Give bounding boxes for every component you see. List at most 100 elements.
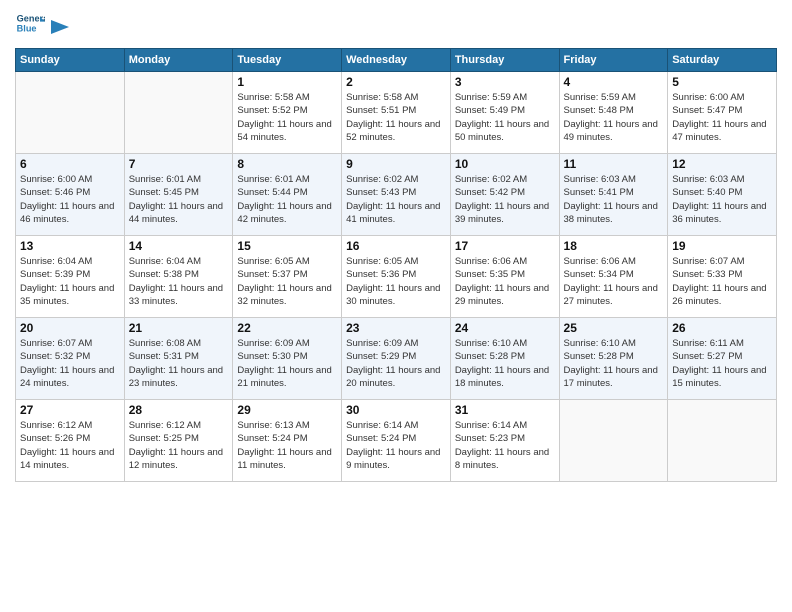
calendar-cell: 24 Sunrise: 6:10 AM Sunset: 5:28 PM Dayli… (450, 318, 559, 400)
day-number: 15 (237, 239, 337, 253)
calendar-cell: 25 Sunrise: 6:10 AM Sunset: 5:28 PM Dayli… (559, 318, 668, 400)
day-number: 7 (129, 157, 229, 171)
day-number: 20 (20, 321, 120, 335)
calendar-cell: 6 Sunrise: 6:00 AM Sunset: 5:46 PM Daylig… (16, 154, 125, 236)
day-info: Sunrise: 6:06 AM Sunset: 5:35 PM Dayligh… (455, 255, 555, 308)
calendar-cell (559, 400, 668, 482)
weekday-header-saturday: Saturday (668, 49, 777, 72)
day-number: 9 (346, 157, 446, 171)
calendar-week-row: 1Sunrise: 5:58 AM Sunset: 5:52 PM Daylig… (16, 72, 777, 154)
calendar-week-row: 20 Sunrise: 6:07 AM Sunset: 5:32 PM Dayli… (16, 318, 777, 400)
calendar-cell: 20 Sunrise: 6:07 AM Sunset: 5:32 PM Dayli… (16, 318, 125, 400)
calendar-cell: 21Sunrise: 6:08 AM Sunset: 5:31 PM Dayli… (124, 318, 233, 400)
weekday-header-row: SundayMondayTuesdayWednesdayThursdayFrid… (16, 49, 777, 72)
day-number: 4 (564, 75, 664, 89)
day-number: 22 (237, 321, 337, 335)
calendar-cell: 12 Sunrise: 6:03 AM Sunset: 5:40 PM Dayli… (668, 154, 777, 236)
day-info: Sunrise: 6:07 AM Sunset: 5:32 PM Dayligh… (20, 337, 120, 390)
day-info: Sunrise: 6:01 AM Sunset: 5:44 PM Dayligh… (237, 173, 337, 226)
calendar-cell: 3 Sunrise: 5:59 AM Sunset: 5:49 PM Daylig… (450, 72, 559, 154)
calendar-week-row: 27Sunrise: 6:12 AM Sunset: 5:26 PM Dayli… (16, 400, 777, 482)
calendar-cell: 10 Sunrise: 6:02 AM Sunset: 5:42 PM Dayli… (450, 154, 559, 236)
weekday-header-wednesday: Wednesday (342, 49, 451, 72)
day-info: Sunrise: 6:03 AM Sunset: 5:40 PM Dayligh… (672, 173, 772, 226)
calendar-cell: 13 Sunrise: 6:04 AM Sunset: 5:39 PM Dayli… (16, 236, 125, 318)
day-info: Sunrise: 5:58 AM Sunset: 5:51 PM Dayligh… (346, 91, 446, 144)
day-number: 3 (455, 75, 555, 89)
day-info: Sunrise: 6:01 AM Sunset: 5:45 PM Dayligh… (129, 173, 229, 226)
day-info: Sunrise: 6:13 AM Sunset: 5:24 PM Dayligh… (237, 419, 337, 472)
weekday-header-monday: Monday (124, 49, 233, 72)
day-info: Sunrise: 6:03 AM Sunset: 5:41 PM Dayligh… (564, 173, 664, 226)
calendar-cell (124, 72, 233, 154)
day-info: Sunrise: 6:10 AM Sunset: 5:28 PM Dayligh… (455, 337, 555, 390)
day-number: 26 (672, 321, 772, 335)
calendar-table: SundayMondayTuesdayWednesdayThursdayFrid… (15, 48, 777, 482)
calendar-cell: 23Sunrise: 6:09 AM Sunset: 5:29 PM Dayli… (342, 318, 451, 400)
calendar-cell: 22 Sunrise: 6:09 AM Sunset: 5:30 PM Dayli… (233, 318, 342, 400)
calendar-cell: 29 Sunrise: 6:13 AM Sunset: 5:24 PM Dayli… (233, 400, 342, 482)
calendar-cell: 18Sunrise: 6:06 AM Sunset: 5:34 PM Dayli… (559, 236, 668, 318)
day-info: Sunrise: 6:02 AM Sunset: 5:42 PM Dayligh… (455, 173, 555, 226)
day-info: Sunrise: 5:59 AM Sunset: 5:49 PM Dayligh… (455, 91, 555, 144)
day-number: 12 (672, 157, 772, 171)
day-info: Sunrise: 6:10 AM Sunset: 5:28 PM Dayligh… (564, 337, 664, 390)
day-number: 2 (346, 75, 446, 89)
calendar-cell (668, 400, 777, 482)
day-info: Sunrise: 6:05 AM Sunset: 5:37 PM Dayligh… (237, 255, 337, 308)
day-number: 19 (672, 239, 772, 253)
day-number: 29 (237, 403, 337, 417)
weekday-header-tuesday: Tuesday (233, 49, 342, 72)
day-number: 14 (129, 239, 229, 253)
logo: General Blue (15, 10, 69, 40)
calendar-cell: 31Sunrise: 6:14 AM Sunset: 5:23 PM Dayli… (450, 400, 559, 482)
day-info: Sunrise: 6:06 AM Sunset: 5:34 PM Dayligh… (564, 255, 664, 308)
weekday-header-friday: Friday (559, 49, 668, 72)
calendar-cell: 16 Sunrise: 6:05 AM Sunset: 5:36 PM Dayli… (342, 236, 451, 318)
calendar-week-row: 6 Sunrise: 6:00 AM Sunset: 5:46 PM Daylig… (16, 154, 777, 236)
day-info: Sunrise: 6:02 AM Sunset: 5:43 PM Dayligh… (346, 173, 446, 226)
calendar-cell: 15 Sunrise: 6:05 AM Sunset: 5:37 PM Dayli… (233, 236, 342, 318)
logo-icon: General Blue (15, 10, 45, 40)
calendar-cell: 11Sunrise: 6:03 AM Sunset: 5:41 PM Dayli… (559, 154, 668, 236)
calendar-week-row: 13 Sunrise: 6:04 AM Sunset: 5:39 PM Dayli… (16, 236, 777, 318)
day-info: Sunrise: 6:12 AM Sunset: 5:26 PM Dayligh… (20, 419, 120, 472)
calendar-cell: 30Sunrise: 6:14 AM Sunset: 5:24 PM Dayli… (342, 400, 451, 482)
day-number: 24 (455, 321, 555, 335)
day-info: Sunrise: 6:04 AM Sunset: 5:38 PM Dayligh… (129, 255, 229, 308)
day-info: Sunrise: 6:04 AM Sunset: 5:39 PM Dayligh… (20, 255, 120, 308)
day-info: Sunrise: 6:05 AM Sunset: 5:36 PM Dayligh… (346, 255, 446, 308)
day-info: Sunrise: 6:09 AM Sunset: 5:30 PM Dayligh… (237, 337, 337, 390)
calendar-cell: 28Sunrise: 6:12 AM Sunset: 5:25 PM Dayli… (124, 400, 233, 482)
day-number: 10 (455, 157, 555, 171)
day-info: Sunrise: 6:00 AM Sunset: 5:46 PM Dayligh… (20, 173, 120, 226)
calendar-cell: 14 Sunrise: 6:04 AM Sunset: 5:38 PM Dayli… (124, 236, 233, 318)
calendar-cell: 1Sunrise: 5:58 AM Sunset: 5:52 PM Daylig… (233, 72, 342, 154)
day-info: Sunrise: 6:00 AM Sunset: 5:47 PM Dayligh… (672, 91, 772, 144)
day-info: Sunrise: 6:07 AM Sunset: 5:33 PM Dayligh… (672, 255, 772, 308)
calendar-cell: 4 Sunrise: 5:59 AM Sunset: 5:48 PM Daylig… (559, 72, 668, 154)
calendar-cell: 2 Sunrise: 5:58 AM Sunset: 5:51 PM Daylig… (342, 72, 451, 154)
calendar-cell: 5Sunrise: 6:00 AM Sunset: 5:47 PM Daylig… (668, 72, 777, 154)
calendar-cell: 19 Sunrise: 6:07 AM Sunset: 5:33 PM Dayli… (668, 236, 777, 318)
day-info: Sunrise: 6:14 AM Sunset: 5:23 PM Dayligh… (455, 419, 555, 472)
day-number: 16 (346, 239, 446, 253)
day-number: 8 (237, 157, 337, 171)
day-number: 25 (564, 321, 664, 335)
header: General Blue (15, 10, 777, 40)
weekday-header-thursday: Thursday (450, 49, 559, 72)
calendar-cell: 9 Sunrise: 6:02 AM Sunset: 5:43 PM Daylig… (342, 154, 451, 236)
weekday-header-sunday: Sunday (16, 49, 125, 72)
calendar-cell: 26Sunrise: 6:11 AM Sunset: 5:27 PM Dayli… (668, 318, 777, 400)
day-number: 6 (20, 157, 120, 171)
calendar-cell (16, 72, 125, 154)
day-info: Sunrise: 6:12 AM Sunset: 5:25 PM Dayligh… (129, 419, 229, 472)
day-info: Sunrise: 5:59 AM Sunset: 5:48 PM Dayligh… (564, 91, 664, 144)
day-number: 30 (346, 403, 446, 417)
day-number: 1 (237, 75, 337, 89)
day-number: 13 (20, 239, 120, 253)
calendar-cell: 17Sunrise: 6:06 AM Sunset: 5:35 PM Dayli… (450, 236, 559, 318)
calendar-cell: 8 Sunrise: 6:01 AM Sunset: 5:44 PM Daylig… (233, 154, 342, 236)
day-info: Sunrise: 6:09 AM Sunset: 5:29 PM Dayligh… (346, 337, 446, 390)
calendar-cell: 7 Sunrise: 6:01 AM Sunset: 5:45 PM Daylig… (124, 154, 233, 236)
